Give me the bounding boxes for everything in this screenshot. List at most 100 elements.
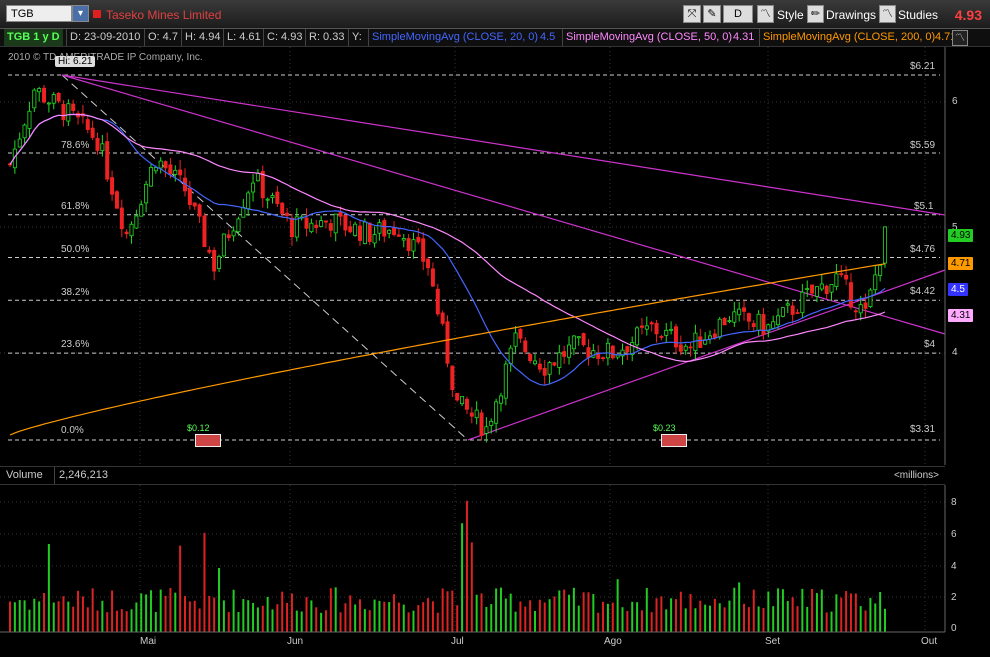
volume-bar <box>670 598 673 632</box>
candle-body <box>37 88 42 93</box>
company-name: Taseko Mines Limited <box>106 8 222 22</box>
drawings-button[interactable]: Drawings <box>826 6 876 24</box>
period-button[interactable]: D <box>723 5 753 23</box>
link-button[interactable]: ⤧ <box>683 5 701 23</box>
candle-body <box>669 328 674 331</box>
candle-body <box>119 207 124 230</box>
candle-body <box>863 302 868 309</box>
volume-bar <box>422 602 425 632</box>
volume-bar <box>699 600 702 632</box>
candle-body <box>71 103 76 111</box>
volume-bar <box>840 597 843 632</box>
volume-bar <box>402 604 405 632</box>
volume-bar <box>373 599 376 632</box>
volume-value: 2,246,213 <box>54 467 108 484</box>
candle-body <box>771 321 776 329</box>
volume-bar <box>665 609 668 632</box>
volume-bar <box>106 612 109 632</box>
candle-body <box>776 315 781 326</box>
studies-icon-button[interactable]: 〽 <box>879 5 896 23</box>
sma50-label[interactable]: SimpleMovingAvg (CLOSE, 50, 0) <box>562 29 735 46</box>
volume-bar <box>602 601 605 632</box>
volume-bar <box>28 609 31 632</box>
dividend-icon[interactable] <box>195 434 221 447</box>
volume-bar <box>96 610 99 632</box>
candle-body <box>392 227 397 235</box>
high-readout: H: 4.94 <box>181 29 223 46</box>
date-readout: D: 23-09-2010 <box>66 29 143 46</box>
volume-bar <box>218 568 221 632</box>
candle-body <box>105 141 110 180</box>
price-label-last: 4.93 <box>948 229 974 242</box>
volume-bar <box>568 594 571 632</box>
volume-bar <box>587 592 590 632</box>
volume-bar <box>310 600 313 632</box>
fib-pct-61: 61.8% <box>61 201 90 212</box>
candle-body <box>144 183 149 204</box>
style-button[interactable]: Style <box>777 6 804 24</box>
candle-body <box>533 360 538 365</box>
candle-body <box>187 188 192 205</box>
volume-bar <box>791 597 794 632</box>
studies-button[interactable]: Studies <box>898 6 938 24</box>
volume-bar <box>222 600 225 632</box>
period-label[interactable]: TGB 1 y D <box>4 29 63 46</box>
y-readout: Y: <box>348 29 365 46</box>
symbol-dropdown-button[interactable]: ▾ <box>72 5 89 22</box>
fib-pct-50: 50.0% <box>61 244 90 255</box>
price-label-sma50: 4.31 <box>948 309 974 322</box>
volume-bar <box>120 609 123 632</box>
volume-bar <box>242 599 245 632</box>
volume-bar <box>490 604 493 632</box>
drawings-icon-button[interactable]: ✏ <box>807 5 824 23</box>
candle-body <box>153 167 158 172</box>
candle-body <box>401 238 406 241</box>
y-tick-4: 4 <box>952 347 958 358</box>
volume-bar <box>261 605 264 632</box>
candle-body <box>411 239 416 252</box>
dividend-icon[interactable] <box>661 434 687 447</box>
candle-body <box>649 322 654 325</box>
volume-bar <box>300 611 303 632</box>
range-readout: R: 0.33 <box>305 29 347 46</box>
candle-body <box>552 362 557 366</box>
sma200-label[interactable]: SimpleMovingAvg (CLOSE, 200, 0) <box>759 29 938 46</box>
price-chart[interactable] <box>0 47 990 652</box>
chart-settings-button[interactable]: 〽 <box>952 30 968 46</box>
volume-bar <box>606 603 609 632</box>
volume-bar <box>694 608 697 632</box>
volume-bar <box>592 594 595 632</box>
volume-bar <box>786 601 789 632</box>
volume-bar <box>213 597 216 632</box>
copyright-text: 2010 © TD AMERITRADE IP Company, Inc. <box>8 52 203 63</box>
settings-button[interactable]: ✎ <box>703 5 721 23</box>
candle-body <box>406 238 411 251</box>
candle-body <box>513 332 518 347</box>
sma20-label[interactable]: SimpleMovingAvg (CLOSE, 20, 0) <box>368 29 541 46</box>
trend-lines[interactable] <box>61 74 946 441</box>
candle-body <box>761 314 766 335</box>
volume-bar <box>198 608 201 632</box>
candle-body <box>605 342 610 359</box>
candle-body <box>236 218 241 233</box>
volume-bar <box>572 587 575 632</box>
volume-bar <box>650 612 653 632</box>
volume-bar <box>874 603 877 632</box>
candle-body <box>780 307 785 317</box>
fibonacci-retracement[interactable] <box>8 74 940 441</box>
volume-label[interactable]: Volume <box>6 467 43 484</box>
style-icon-button[interactable]: 〽 <box>757 5 774 23</box>
candle-body <box>567 344 572 358</box>
wrench-icon: ✎ <box>707 8 717 20</box>
candle-body <box>440 312 445 324</box>
volume-bar <box>417 605 420 632</box>
volume-bar <box>626 611 629 632</box>
volume-bar <box>18 600 21 632</box>
volume-bar <box>315 607 318 632</box>
volume-bar <box>704 604 707 632</box>
volume-bar <box>718 603 721 632</box>
candle-body <box>231 230 236 237</box>
symbol-input[interactable]: TGB <box>6 5 72 22</box>
volume-bar <box>495 588 498 632</box>
chart-area[interactable]: 2010 © TD AMERITRADE IP Company, Inc. Hi… <box>0 47 990 652</box>
